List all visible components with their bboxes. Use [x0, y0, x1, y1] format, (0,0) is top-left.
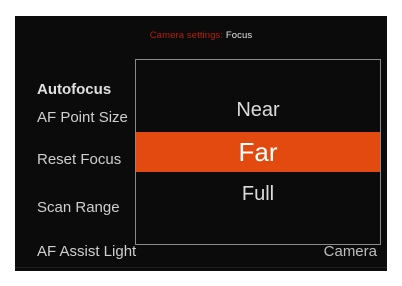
menu-item-reset-focus[interactable]: Reset Focus	[37, 151, 121, 168]
menu-item-label: AF Point Size	[37, 109, 128, 126]
menu-item-scan-range[interactable]: Scan Range	[37, 199, 120, 216]
breadcrumb-current: Focus	[225, 30, 253, 41]
option-full[interactable]: Full	[136, 174, 380, 214]
menu-item-af-point-size[interactable]: AF Point Size	[37, 109, 128, 126]
af-assist-light-value: Camera	[323, 243, 377, 260]
screen-header: Camera settings: Focus	[15, 30, 387, 41]
menu-item-label: Scan Range	[37, 199, 120, 216]
bottom-divider	[15, 267, 387, 268]
menu-item-label: AF Assist Light	[37, 243, 137, 260]
option-near[interactable]: Near	[136, 90, 380, 130]
camera-settings-screen: Camera settings: Focus Autofocus AF Poin…	[15, 16, 387, 271]
section-title-autofocus: Autofocus	[37, 81, 112, 98]
breadcrumb-parent[interactable]: Camera settings	[150, 30, 221, 41]
scan-range-options-popup: Near Far Full	[135, 59, 381, 245]
breadcrumb-separator: :	[220, 30, 224, 41]
menu-item-label: Reset Focus	[37, 151, 122, 168]
option-far-selected[interactable]: Far	[136, 132, 380, 172]
